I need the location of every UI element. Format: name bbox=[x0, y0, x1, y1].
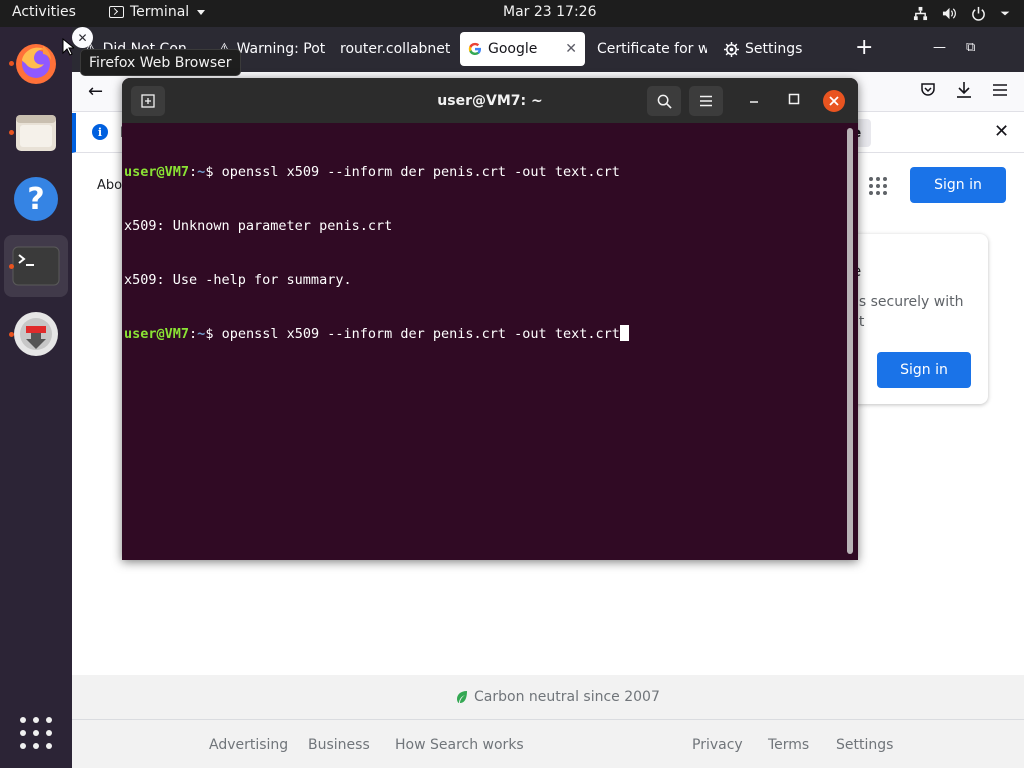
tab-label: router.collabnet bbox=[340, 41, 450, 57]
chevron-down-icon bbox=[197, 9, 206, 15]
footer-link-how-search-works[interactable]: How Search works bbox=[395, 737, 524, 753]
sign-in-promo-card: e ds securely with nt Sign in bbox=[842, 234, 988, 404]
power-icon bbox=[972, 6, 985, 21]
carbon-neutral-text: Carbon neutral since 2007 bbox=[474, 689, 660, 705]
new-tab-button[interactable] bbox=[131, 86, 165, 116]
minimize-icon[interactable] bbox=[746, 91, 762, 107]
card-sign-in-button[interactable]: Sign in bbox=[877, 352, 971, 388]
dock-tooltip: Firefox Web Browser bbox=[80, 49, 241, 76]
close-button[interactable] bbox=[823, 90, 845, 112]
prompt-separator: : bbox=[189, 326, 198, 342]
mouse-pointer-icon bbox=[62, 38, 74, 56]
volume-icon bbox=[942, 7, 956, 20]
hamburger-menu-icon[interactable] bbox=[992, 83, 1008, 97]
running-indicator bbox=[9, 61, 14, 66]
chevron-down-icon bbox=[1000, 11, 1010, 16]
gear-icon bbox=[724, 41, 739, 57]
tab-label: Warning: Pot bbox=[236, 41, 326, 57]
app-menu[interactable]: Terminal bbox=[109, 4, 206, 20]
tab-label: Settings bbox=[745, 41, 803, 57]
files-icon bbox=[16, 115, 56, 151]
search-icon bbox=[657, 94, 672, 109]
prompt-symbol: $ bbox=[205, 326, 222, 342]
dock-item-terminal[interactable] bbox=[4, 235, 68, 297]
terminal-line: user@VM7:~$ openssl x509 --inform der pe… bbox=[124, 325, 844, 343]
command-input[interactable]: openssl x509 --inform der penis.crt -out… bbox=[222, 326, 620, 342]
download-icon[interactable] bbox=[956, 81, 972, 99]
footer-link-terms[interactable]: Terms bbox=[768, 737, 809, 753]
card-body: ds securely with nt bbox=[850, 294, 964, 330]
footer-link-business[interactable]: Business bbox=[308, 737, 370, 753]
terminal-app-icon bbox=[109, 6, 124, 18]
footer-divider bbox=[72, 719, 1024, 720]
info-icon: i bbox=[92, 124, 108, 140]
google-icon bbox=[468, 42, 481, 55]
terminal-window: user@VM7: ~ user@VM7:~$ openssl x509 --i… bbox=[122, 78, 858, 560]
menu-button[interactable] bbox=[689, 86, 723, 116]
close-icon[interactable]: ✕ bbox=[994, 121, 1009, 142]
terminal-line: x509: Use -help for summary. bbox=[124, 271, 844, 289]
terminal-headerbar: user@VM7: ~ bbox=[122, 78, 858, 123]
top-bar: Activities Terminal Mar 23 17:26 bbox=[0, 0, 1024, 27]
back-arrow-icon[interactable]: ← bbox=[88, 81, 103, 102]
dock-item-help[interactable]: ? bbox=[4, 168, 68, 230]
firefox-icon bbox=[16, 44, 56, 84]
tab-label: Certificate for w bbox=[597, 41, 707, 57]
leaf-icon bbox=[457, 691, 467, 703]
running-indicator bbox=[9, 264, 14, 269]
minimize-button[interactable]: — bbox=[933, 40, 946, 55]
hamburger-menu-icon bbox=[700, 95, 712, 107]
terminal-line: user@VM7:~$ openssl x509 --inform der pe… bbox=[124, 163, 844, 181]
running-indicator bbox=[9, 130, 14, 135]
terminal-line: x509: Unknown parameter penis.crt bbox=[124, 217, 844, 235]
dock-item-files[interactable] bbox=[4, 101, 68, 163]
sign-in-button[interactable]: Sign in bbox=[910, 167, 1006, 203]
close-tab-icon[interactable]: ✕ bbox=[565, 41, 577, 57]
tab-google[interactable]: Google ✕ bbox=[460, 32, 585, 66]
svg-text:?: ? bbox=[27, 182, 44, 217]
new-tab-icon bbox=[141, 94, 155, 108]
new-tab-button[interactable]: + bbox=[855, 37, 873, 59]
tab-router[interactable]: router.collabnet bbox=[332, 32, 450, 66]
google-footer: Carbon neutral since 2007 Advertising Bu… bbox=[72, 675, 1024, 768]
running-indicator bbox=[9, 332, 14, 337]
system-tray[interactable] bbox=[913, 6, 1010, 21]
tab-settings[interactable]: Settings bbox=[716, 32, 836, 66]
footer-link-advertising[interactable]: Advertising bbox=[209, 737, 288, 753]
dock-item-installer[interactable] bbox=[4, 303, 68, 365]
activities-button[interactable]: Activities bbox=[12, 4, 76, 20]
command-text: openssl x509 --inform der penis.crt -out… bbox=[221, 164, 620, 180]
app-menu-label: Terminal bbox=[130, 4, 190, 20]
clock[interactable]: Mar 23 17:26 bbox=[503, 4, 596, 20]
pocket-icon[interactable] bbox=[920, 82, 936, 98]
app-grid-icon[interactable] bbox=[20, 717, 52, 749]
google-apps-icon[interactable] bbox=[869, 177, 887, 195]
help-icon: ? bbox=[14, 177, 58, 221]
text-cursor bbox=[619, 325, 629, 341]
about-link[interactable]: Abo bbox=[97, 178, 122, 193]
prompt-user: user@VM7 bbox=[124, 326, 190, 342]
dock-item-firefox[interactable] bbox=[4, 32, 68, 94]
terminal-output[interactable]: user@VM7:~$ openssl x509 --inform der pe… bbox=[124, 127, 844, 557]
terminal-icon bbox=[12, 246, 60, 286]
maximize-icon[interactable] bbox=[786, 91, 802, 107]
scrollbar[interactable] bbox=[847, 128, 853, 554]
output-text: x509: Unknown parameter penis.crt bbox=[124, 218, 393, 234]
prompt-separator: : bbox=[189, 164, 198, 180]
search-button[interactable] bbox=[647, 86, 681, 116]
tab-label: Google bbox=[488, 41, 538, 57]
carbon-neutral-notice[interactable]: Carbon neutral since 2007 bbox=[456, 689, 660, 705]
installer-icon bbox=[14, 312, 58, 356]
close-icon bbox=[829, 96, 839, 106]
network-icon bbox=[913, 6, 928, 21]
dock: ? bbox=[0, 27, 72, 768]
footer-link-privacy[interactable]: Privacy bbox=[692, 737, 743, 753]
output-text: x509: Use -help for summary. bbox=[124, 272, 352, 288]
prompt-user: user@VM7 bbox=[124, 164, 190, 180]
footer-link-settings[interactable]: Settings bbox=[836, 737, 893, 753]
maximize-button[interactable]: ⧉ bbox=[966, 40, 975, 55]
prompt-symbol: $ bbox=[205, 164, 222, 180]
tab-certificate[interactable]: Certificate for w bbox=[589, 32, 707, 66]
